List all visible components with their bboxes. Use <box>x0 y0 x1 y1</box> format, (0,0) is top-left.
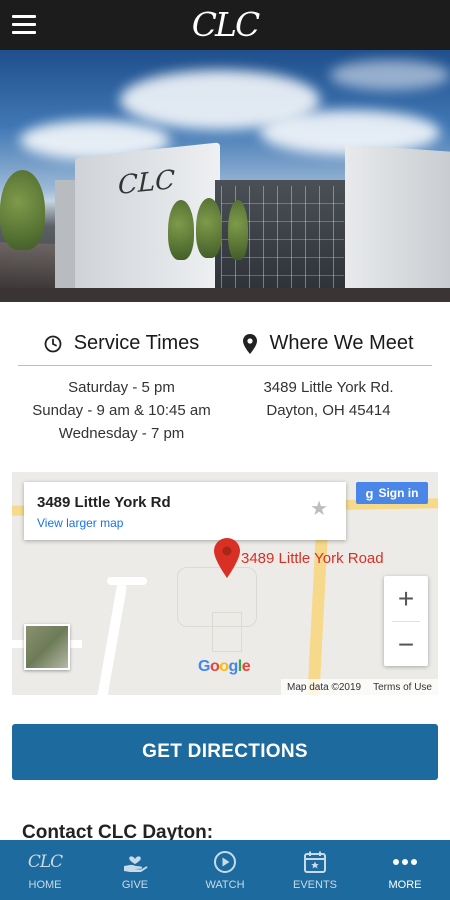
nav-label: EVENTS <box>292 879 337 891</box>
where-we-meet-title: Where We Meet <box>269 332 414 354</box>
map-pin-icon[interactable] <box>214 538 240 583</box>
app-logo: CLC <box>191 5 260 44</box>
nav-label: HOME <box>28 879 62 891</box>
google-g-icon: g <box>365 485 374 501</box>
top-app-bar: CLC <box>0 0 450 50</box>
nav-label: GIVE <box>121 879 149 891</box>
nav-watch[interactable]: WATCH <box>180 840 270 900</box>
map-pin-label: 3489 Little York Road <box>241 550 384 567</box>
address-block: 3489 Little York Rd. Dayton, OH 45414 <box>225 376 432 445</box>
zoom-out-button[interactable]: − <box>384 622 428 667</box>
map-attribution: Map data ©2019 Terms of Use <box>281 679 438 695</box>
get-directions-button[interactable]: GET DIRECTIONS <box>12 724 438 780</box>
zoom-in-button[interactable]: + <box>384 576 428 621</box>
google-logo: Google <box>198 658 251 675</box>
street-view-thumbnail[interactable] <box>24 624 70 670</box>
clock-icon <box>44 335 62 353</box>
church-building-photo: CLC <box>0 50 450 302</box>
service-time-line: Wednesday - 7 pm <box>58 425 185 442</box>
address-line: 3489 Little York Rd. <box>263 379 394 396</box>
nav-give[interactable]: GIVE <box>90 840 180 900</box>
play-circle-icon <box>213 849 237 875</box>
sign-in-button[interactable]: g Sign in <box>356 482 428 504</box>
heart-hand-icon <box>122 849 148 875</box>
location-pin-icon <box>243 333 258 354</box>
service-time-line: Saturday - 5 pm <box>68 379 175 396</box>
terms-of-use-link[interactable]: Terms of Use <box>367 682 438 693</box>
service-time-line: Sunday - 9 am & 10:45 am <box>32 402 211 419</box>
service-times-list: Saturday - 5 pm Sunday - 9 am & 10:45 am… <box>18 376 225 445</box>
sign-in-label: Sign in <box>378 486 419 500</box>
embedded-map[interactable]: 3489 Little York Rd View larger map ★ g … <box>12 472 438 695</box>
where-we-meet-heading: Where We Meet <box>225 322 432 365</box>
clc-logo-icon: CLC <box>27 852 63 872</box>
nav-label: WATCH <box>205 879 245 891</box>
calendar-icon <box>303 849 327 875</box>
nav-more[interactable]: MORE <box>360 840 450 900</box>
nav-events[interactable]: EVENTS <box>270 840 360 900</box>
view-larger-map-link[interactable]: View larger map <box>37 516 123 530</box>
map-card-title: 3489 Little York Rd <box>37 494 171 511</box>
church-info-section: Service Times Where We Meet Saturday - 5… <box>18 322 432 445</box>
more-dots-icon <box>392 849 418 875</box>
map-info-card: 3489 Little York Rd View larger map ★ <box>24 482 346 540</box>
nav-home[interactable]: CLC HOME <box>0 840 90 900</box>
nav-label: MORE <box>388 879 422 891</box>
service-times-title: Service Times <box>73 332 200 354</box>
bottom-navigation: CLC HOME GIVE WATCH EVENTS MORE <box>0 840 450 900</box>
map-data-text: Map data ©2019 <box>287 681 362 693</box>
zoom-controls: + − <box>384 576 428 666</box>
service-times-heading: Service Times <box>18 322 225 365</box>
building-logo: CLC <box>118 165 176 201</box>
address-line: Dayton, OH 45414 <box>266 402 391 419</box>
star-icon[interactable]: ★ <box>310 496 328 521</box>
